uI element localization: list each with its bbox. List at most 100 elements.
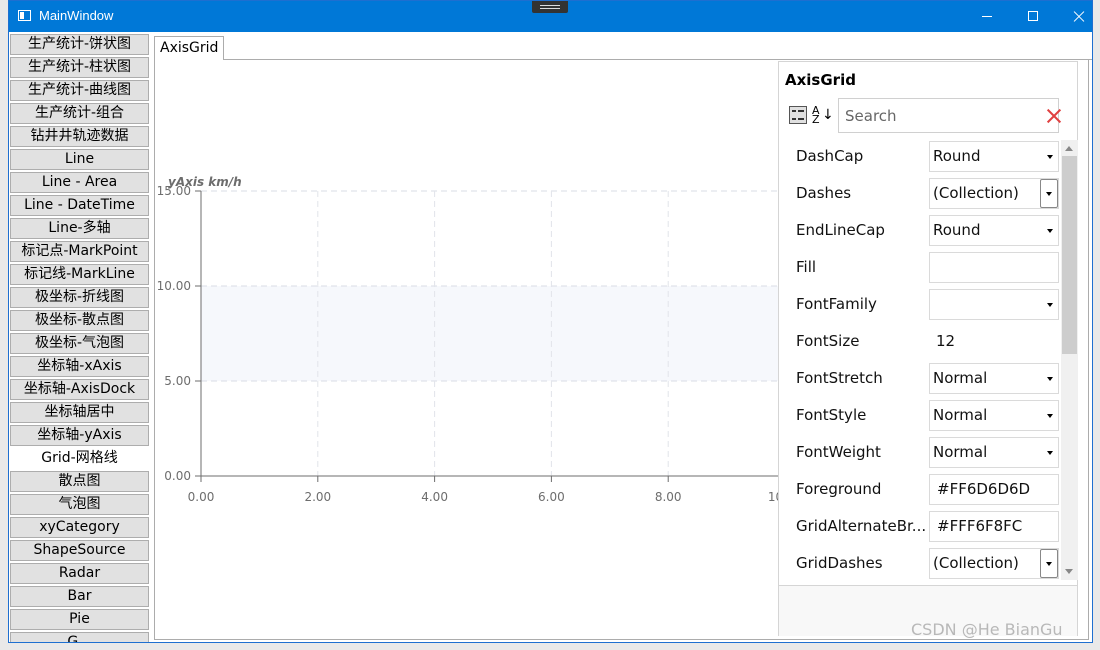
scroll-up-icon[interactable] bbox=[1065, 146, 1073, 151]
property-value-dropdown[interactable]: Round bbox=[929, 215, 1059, 246]
x-tick-label: 2.00 bbox=[304, 490, 331, 504]
scroll-thumb[interactable] bbox=[1062, 156, 1077, 354]
property-row: Fill bbox=[779, 249, 1061, 286]
dropdown-arrow-icon[interactable] bbox=[1047, 303, 1053, 307]
property-row: FontWeight Normal bbox=[779, 434, 1061, 471]
chart: 0.005.0010.0015.00 0.00 2.00 4.00 6.00 8.00 1… bbox=[157, 175, 778, 504]
dropdown-arrow-icon[interactable] bbox=[1047, 451, 1053, 455]
categorized-view-icon[interactable] bbox=[789, 106, 807, 124]
property-name: GridAlternateBr... bbox=[796, 517, 926, 535]
property-value-dropdown[interactable]: Round bbox=[929, 141, 1059, 172]
property-value-dropdown[interactable]: Normal bbox=[929, 363, 1059, 394]
window-title: MainWindow bbox=[39, 8, 114, 23]
x-tick-label: 0.00 bbox=[188, 490, 215, 504]
x-tick-label: 10.00 bbox=[768, 490, 778, 504]
property-value-dropdown[interactable]: Normal bbox=[929, 400, 1059, 431]
collection-editor-button[interactable] bbox=[1040, 179, 1058, 208]
sidebar-item[interactable]: ShapeSource bbox=[10, 540, 149, 561]
sidebar-item[interactable]: 生产统计-柱状图 bbox=[10, 57, 149, 78]
dropdown-arrow-icon[interactable] bbox=[1047, 229, 1053, 233]
property-name: FontFamily bbox=[796, 295, 877, 313]
property-value: Round bbox=[933, 147, 981, 165]
sidebar-item[interactable]: Radar bbox=[10, 563, 149, 584]
x-tick-label: 4.00 bbox=[421, 490, 448, 504]
sidebar-item[interactable]: 气泡图 bbox=[10, 494, 149, 515]
sidebar-item[interactable]: 坐标轴-xAxis bbox=[10, 356, 149, 377]
dropdown-arrow-icon[interactable] bbox=[1047, 155, 1053, 159]
grid-alternate-band bbox=[201, 286, 778, 381]
property-value: #FFF6F8FC bbox=[937, 517, 1023, 535]
sidebar-item[interactable]: 标记点-MarkPoint bbox=[10, 241, 149, 262]
property-value: 12 bbox=[936, 332, 956, 350]
property-name: FontSize bbox=[796, 332, 860, 350]
dropdown-arrow-icon[interactable] bbox=[1047, 414, 1053, 418]
sidebar-item[interactable]: 坐标轴居中 bbox=[10, 402, 149, 423]
dropdown-arrow-icon[interactable] bbox=[1047, 377, 1053, 381]
sidebar-item[interactable]: G... bbox=[10, 632, 149, 642]
sidebar-item[interactable]: 极坐标-散点图 bbox=[10, 310, 149, 331]
property-value: Normal bbox=[933, 443, 988, 461]
sidebar-item[interactable]: Bar bbox=[10, 586, 149, 607]
property-name: DashCap bbox=[796, 147, 864, 165]
sidebar-item[interactable]: xyCategory bbox=[10, 517, 149, 538]
property-row: FontStretch Normal bbox=[779, 360, 1061, 397]
sidebar-item[interactable]: 坐标轴-AxisDock bbox=[10, 379, 149, 400]
property-value: Round bbox=[933, 221, 981, 239]
collection-editor-button[interactable] bbox=[1040, 549, 1058, 578]
property-value-collection[interactable]: (Collection) bbox=[929, 548, 1059, 579]
x-tick-label: 6.00 bbox=[538, 490, 565, 504]
property-row: Foreground #FF6D6D6D bbox=[779, 471, 1061, 508]
sidebar-item[interactable]: 生产统计-组合 bbox=[10, 103, 149, 124]
sidebar-item[interactable]: 钻井井轨迹数据 bbox=[10, 126, 149, 147]
title-bar[interactable]: MainWindow bbox=[9, 1, 1092, 32]
property-list: DashCap Round Dashes (Collection) EndLineCap… bbox=[779, 138, 1061, 582]
sort-alphabetical-icon[interactable]: A Z ↓ bbox=[812, 105, 834, 125]
property-value-text[interactable] bbox=[929, 252, 1059, 283]
x-tick-label: 8.00 bbox=[655, 490, 682, 504]
property-grid-title: AxisGrid bbox=[785, 71, 856, 89]
watermark: CSDN @He BianGu bbox=[911, 620, 1063, 639]
tab-axisgrid[interactable]: AxisGrid bbox=[154, 36, 225, 60]
property-name: EndLineCap bbox=[796, 221, 885, 239]
property-value-dropdown[interactable]: Normal bbox=[929, 437, 1059, 468]
sidebar-item[interactable]: 坐标轴-yAxis bbox=[10, 425, 149, 446]
search-input[interactable] bbox=[843, 105, 1037, 127]
property-scrollbar[interactable] bbox=[1061, 140, 1078, 580]
property-name: FontStretch bbox=[796, 369, 883, 387]
sidebar-nav: 生产统计-饼状图 生产统计-柱状图 生产统计-曲线图 生产统计-组合 钻井井轨迹数据 Li… bbox=[10, 34, 151, 642]
sidebar-item[interactable]: 散点图 bbox=[10, 471, 149, 492]
clear-search-icon[interactable] bbox=[1045, 107, 1063, 125]
minimize-button[interactable] bbox=[964, 1, 1010, 32]
sidebar-item[interactable]: 极坐标-气泡图 bbox=[10, 333, 149, 354]
property-value: (Collection) bbox=[933, 554, 1019, 572]
property-row: DashCap Round bbox=[779, 138, 1061, 175]
property-value-collection[interactable]: (Collection) bbox=[929, 178, 1059, 209]
sidebar-item[interactable]: 标记线-MarkLine bbox=[10, 264, 149, 285]
sidebar-item[interactable]: 极坐标-折线图 bbox=[10, 287, 149, 308]
property-name: GridDashes bbox=[796, 554, 883, 572]
sidebar-item[interactable]: Line bbox=[10, 149, 149, 170]
property-name: Fill bbox=[796, 258, 817, 276]
sidebar-item[interactable]: Line - DateTime bbox=[10, 195, 149, 216]
sidebar-item[interactable]: Line - Area bbox=[10, 172, 149, 193]
drag-handle-icon[interactable] bbox=[532, 1, 568, 13]
scroll-down-icon[interactable] bbox=[1065, 569, 1073, 574]
property-row: GridAlternateBr... #FFF6F8FC bbox=[779, 508, 1061, 545]
property-row: GridDashes (Collection) bbox=[779, 545, 1061, 582]
property-value-plain[interactable]: 12 bbox=[929, 326, 1059, 357]
close-button[interactable] bbox=[1056, 1, 1092, 32]
sidebar-item[interactable]: Pie bbox=[10, 609, 149, 630]
maximize-button[interactable] bbox=[1010, 1, 1056, 32]
sidebar-item[interactable]: 生产统计-饼状图 bbox=[10, 34, 149, 55]
sidebar-item[interactable]: 生产统计-曲线图 bbox=[10, 80, 149, 101]
property-value-text[interactable]: #FFF6F8FC bbox=[929, 511, 1059, 542]
sidebar-item[interactable]: Grid-网格线 bbox=[10, 448, 149, 469]
y-tick-label: 10.00 bbox=[157, 279, 191, 293]
app-icon bbox=[18, 10, 31, 21]
property-value: (Collection) bbox=[933, 184, 1019, 202]
property-value-text[interactable]: #FF6D6D6D bbox=[929, 474, 1059, 505]
tab-strip: AxisGrid bbox=[154, 34, 1092, 60]
property-row: EndLineCap Round bbox=[779, 212, 1061, 249]
property-value-dropdown[interactable] bbox=[929, 289, 1059, 320]
sidebar-item[interactable]: Line-多轴 bbox=[10, 218, 149, 239]
